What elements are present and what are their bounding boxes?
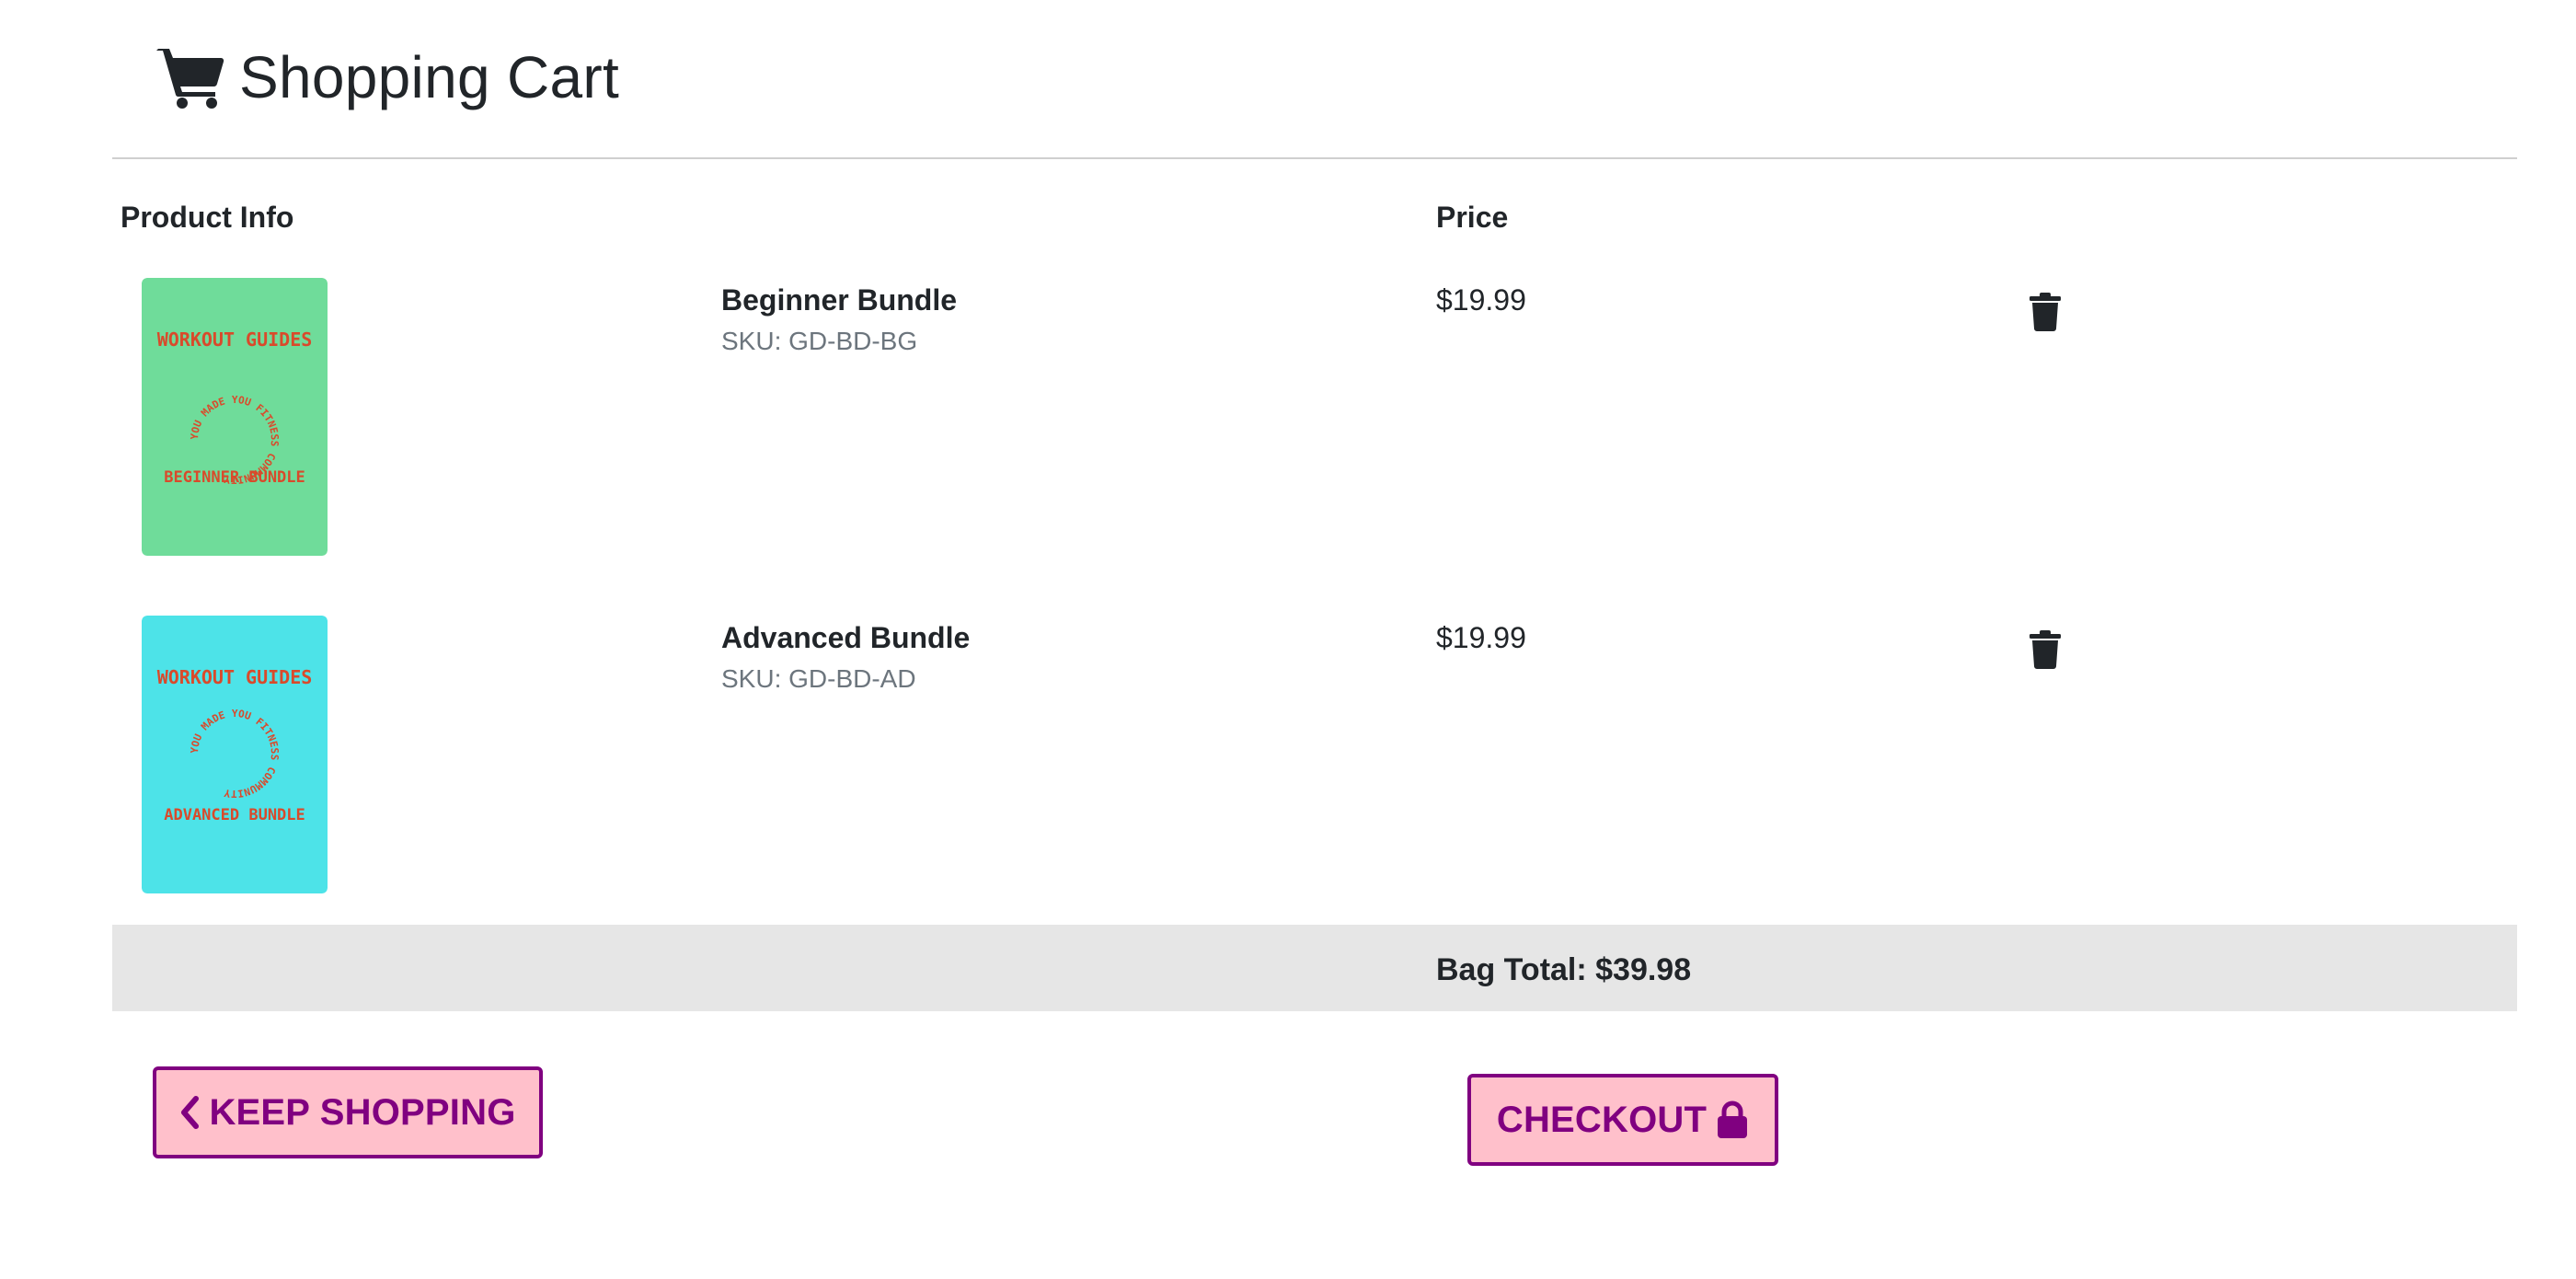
svg-text:ADVANCED BUNDLE: ADVANCED BUNDLE: [164, 806, 305, 824]
shopping-cart-icon: [156, 45, 226, 109]
product-price: $19.99: [1436, 621, 1526, 654]
keep-shopping-button[interactable]: KEEP SHOPPING: [153, 1066, 543, 1158]
product-image-beginner-bundle[interactable]: WORKOUT GUIDES YOU MADE YOU FITNESS COMM…: [142, 278, 328, 556]
product-cover-art: WORKOUT GUIDES YOU MADE YOU FITNESS COMM…: [142, 278, 328, 556]
svg-text:WORKOUT GUIDES: WORKOUT GUIDES: [157, 666, 313, 688]
chevron-left-icon: [179, 1096, 200, 1129]
page-header: Shopping Cart: [156, 40, 619, 114]
svg-text:WORKOUT GUIDES: WORKOUT GUIDES: [157, 328, 313, 351]
cart-item-row: WORKOUT GUIDES YOU MADE YOU FITNESS COMM…: [112, 276, 2517, 561]
lock-icon: [1716, 1100, 1749, 1139]
product-name[interactable]: Advanced Bundle: [721, 621, 970, 655]
svg-text:BEGINNER BUNDLE: BEGINNER BUNDLE: [164, 468, 305, 487]
column-header-price: Price: [1436, 201, 1509, 234]
product-price: $19.99: [1436, 283, 1526, 317]
page-title: Shopping Cart: [239, 44, 620, 110]
trash-icon[interactable]: [2030, 293, 2061, 331]
product-sku: SKU: GD-BD-AD: [721, 664, 916, 693]
product-image-advanced-bundle[interactable]: WORKOUT GUIDES YOU MADE YOU FITNESS COMM…: [142, 616, 328, 893]
shopping-cart-page: Shopping Cart Product Info Price WORKOUT…: [0, 0, 2576, 1279]
checkout-button[interactable]: CHECKOUT: [1467, 1074, 1778, 1166]
cart-item-row: WORKOUT GUIDES YOU MADE YOU FITNESS COMM…: [112, 614, 2517, 899]
keep-shopping-label: KEEP SHOPPING: [209, 1091, 516, 1133]
product-name[interactable]: Beginner Bundle: [721, 283, 957, 317]
product-sku: SKU: GD-BD-BG: [721, 327, 918, 355]
bag-total: Bag Total: $39.98: [1436, 952, 1692, 987]
checkout-label: CHECKOUT: [1496, 1099, 1708, 1140]
header-divider: [112, 157, 2517, 159]
column-header-product-info: Product Info: [121, 201, 294, 234]
bag-total-bar: Bag Total: $39.98: [112, 925, 2517, 1011]
trash-icon[interactable]: [2030, 630, 2061, 669]
product-cover-art: WORKOUT GUIDES YOU MADE YOU FITNESS COMM…: [142, 616, 328, 893]
